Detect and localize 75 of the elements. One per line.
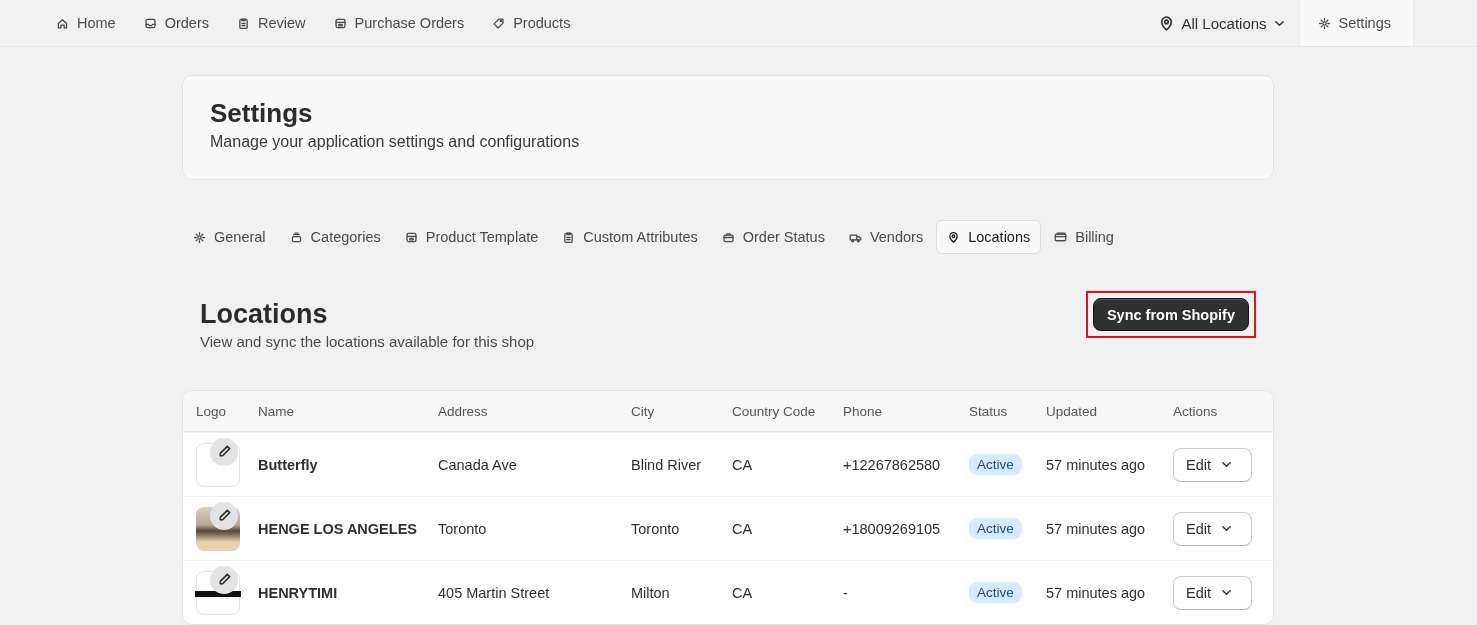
table-cell-text: Milton	[631, 584, 671, 601]
page-subtitle: Manage your application settings and configurations	[210, 133, 581, 151]
pencil-icon	[216, 572, 232, 587]
nav-link[interactable]: Orders	[143, 15, 209, 31]
chevron-down-icon	[1221, 523, 1232, 534]
edit-logo-button[interactable]	[210, 565, 238, 594]
pencil-icon	[216, 444, 232, 459]
edit-dropdown-button[interactable]: Edit	[1173, 447, 1252, 482]
settings-tab[interactable]: Locations	[936, 220, 1042, 254]
table-cell-text: Canada Ave	[438, 456, 518, 473]
column-header: City	[631, 403, 656, 419]
column-header: Updated	[1046, 403, 1099, 419]
edit-logo-button[interactable]	[210, 437, 238, 466]
chevron-down-icon	[1221, 587, 1232, 598]
sync-button[interactable]: Sync from Shopify	[1092, 298, 1249, 331]
location-dropdown[interactable]: All Locations	[1157, 0, 1285, 46]
table-cell-text: Blind River	[631, 456, 703, 473]
table-cell-text: CA	[732, 584, 754, 601]
edit-logo-button[interactable]	[210, 501, 238, 530]
nav-link[interactable]: Purchase Orders	[333, 15, 465, 31]
stack-icon	[289, 230, 303, 244]
page-title: Settings	[210, 98, 314, 129]
table-cell-text: 57 minutes ago	[1046, 584, 1147, 601]
nav-link[interactable]: Products	[492, 15, 571, 31]
table-cell-text: +18009269105	[843, 520, 942, 537]
table-cell-text: 405 Martin Street	[438, 584, 551, 601]
bag-icon	[721, 230, 735, 244]
house-icon	[56, 16, 69, 30]
status-badge: Active	[969, 582, 1022, 603]
table-cell-text: 57 minutes ago	[1046, 520, 1147, 537]
settings-tab[interactable]: Custom Attributes	[551, 220, 709, 254]
table-cell-text: +12267862580	[843, 456, 942, 473]
chevron-down-icon	[1221, 459, 1232, 470]
settings-tab[interactable]: General	[182, 220, 277, 254]
edit-dropdown-button[interactable]: Edit	[1173, 575, 1252, 610]
column-header: Name	[258, 403, 295, 419]
clipboard-icon	[562, 230, 576, 244]
table-cell-text: -	[843, 584, 849, 601]
settings-tab[interactable]: Product Template	[393, 220, 550, 254]
box-icon	[333, 16, 347, 30]
location-name: HENGE LOS ANGELES	[258, 520, 418, 537]
settings-tab[interactable]: Billing	[1043, 220, 1125, 254]
table-cell-text: CA	[732, 456, 754, 473]
card-icon	[1054, 230, 1068, 244]
settings-icon	[1317, 16, 1331, 30]
clipboard-icon	[237, 16, 250, 30]
inbox-icon	[143, 16, 157, 30]
table-cell-text: Toronto	[438, 520, 488, 537]
column-header: Status	[969, 403, 1009, 419]
box-icon	[404, 230, 418, 244]
column-header: Logo	[196, 403, 228, 419]
settings-icon	[193, 230, 206, 244]
status-badge: Active	[969, 454, 1022, 475]
column-header: Country Code	[732, 403, 817, 419]
nav-link[interactable]: Home	[56, 15, 116, 31]
settings-tab[interactable]: Categories	[278, 220, 392, 254]
table-cell-text: 57 minutes ago	[1046, 456, 1147, 473]
location-name: Butterfly	[258, 456, 319, 473]
nav-link[interactable]: Review	[237, 15, 306, 31]
section-subtitle: View and sync the locations available for this shop	[200, 333, 535, 350]
location-name: HENRYTIMI	[258, 584, 339, 601]
settings-tab[interactable]: Order Status	[710, 220, 836, 254]
column-header: Phone	[843, 403, 884, 419]
table-cell-text: CA	[732, 520, 754, 537]
column-header: Actions	[1173, 403, 1219, 419]
nav-link[interactable]: Settings	[1298, 0, 1414, 46]
settings-tab[interactable]: Vendors	[837, 220, 935, 254]
pencil-icon	[216, 508, 232, 523]
table-cell-text: Toronto	[631, 520, 681, 537]
tag-icon	[492, 16, 506, 30]
column-header: Address	[438, 403, 489, 419]
edit-dropdown-button[interactable]: Edit	[1173, 511, 1252, 546]
section-title: Locations	[200, 299, 329, 330]
map-pin-icon	[947, 230, 961, 244]
status-badge: Active	[969, 518, 1022, 539]
